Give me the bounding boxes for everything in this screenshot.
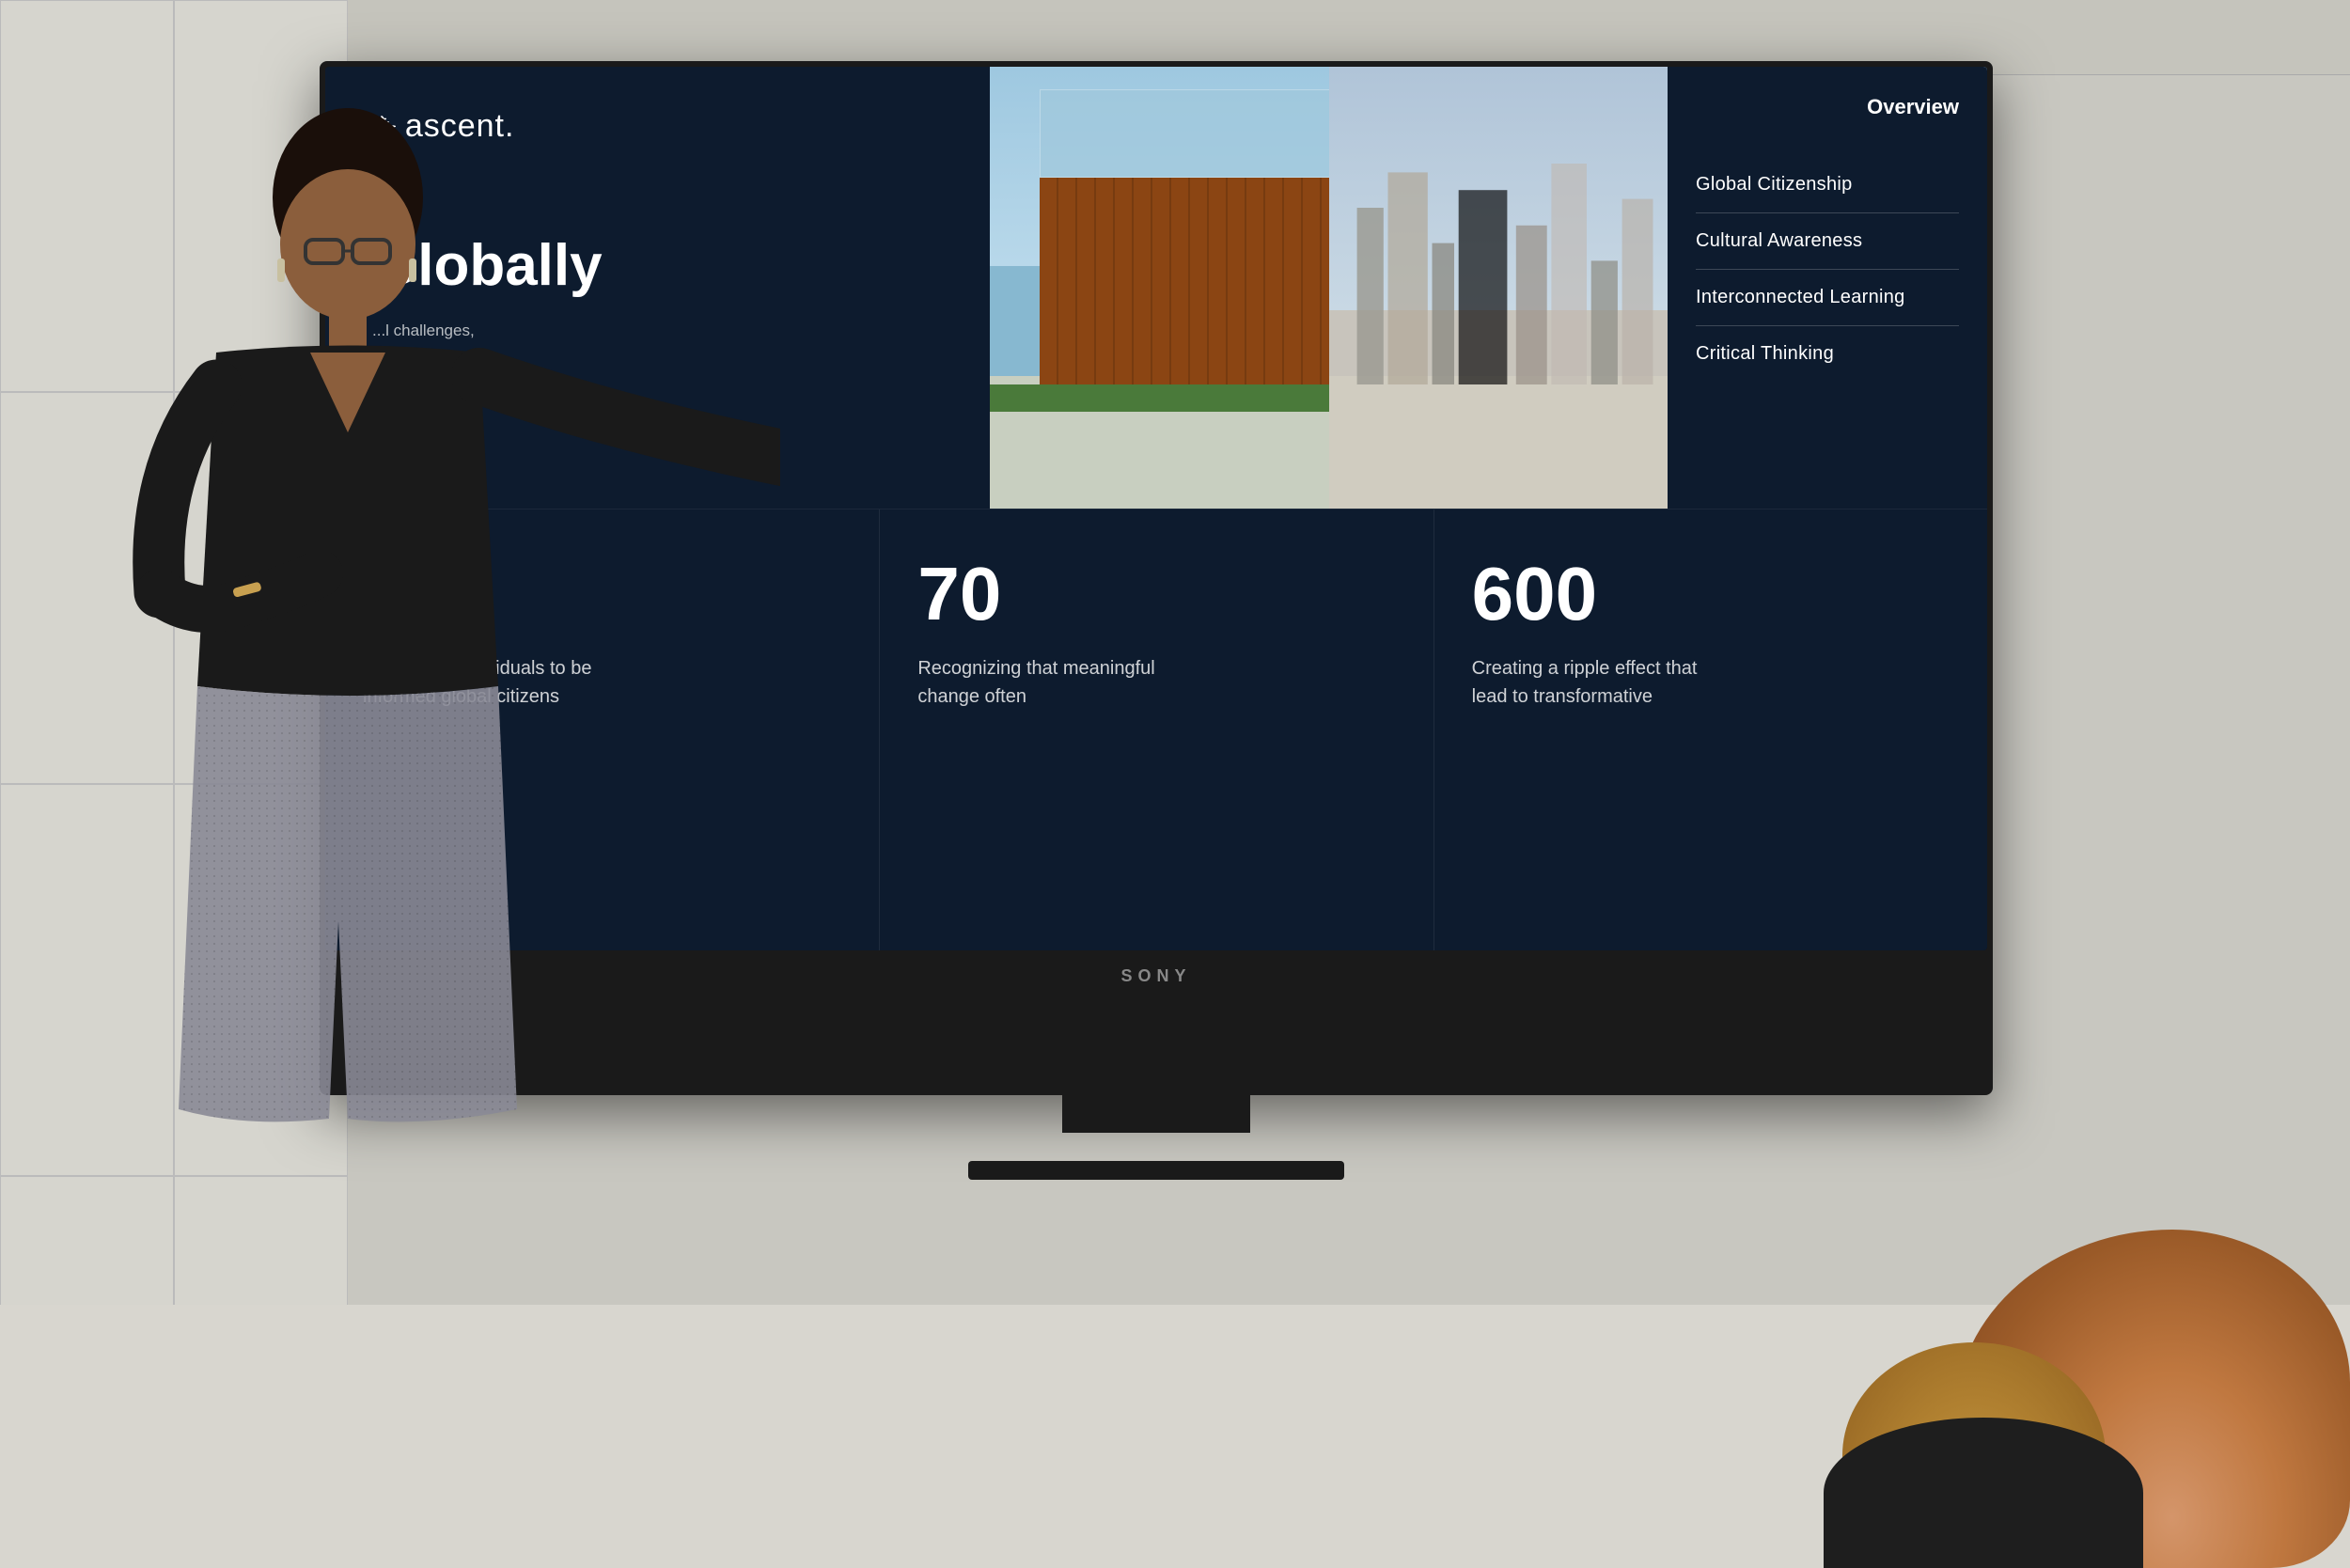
stat-col-120: 120 Empowers individuals to be informed …	[325, 510, 879, 950]
navigation-panel: Overview Global Citizenship Cultural Awa…	[1668, 67, 1987, 509]
slide-title: Globally	[372, 234, 990, 298]
tv-screen: ✈ ascent. Globally ...l challenges,n tha…	[325, 67, 1987, 950]
panel-city-photo	[1329, 67, 1668, 509]
stat-col-600: 600 Creating a ripple effect that lead t…	[1434, 510, 1987, 950]
stat-col-70: 70 Recognizing that meaningful change of…	[879, 510, 1433, 950]
stat-number-120: 120	[363, 557, 841, 632]
nav-item-interconnected-learning-label: Interconnected Learning	[1696, 287, 1905, 307]
panel-logo-area: ✈ ascent. Globally ...l challenges,n tha…	[325, 67, 990, 509]
stats-row: 120 Empowers individuals to be informed …	[325, 509, 1987, 950]
nav-item-critical-thinking[interactable]: Critical Thinking	[1696, 326, 1959, 382]
audience-person-suit	[1824, 1418, 2143, 1568]
sony-brand: SONY	[1120, 966, 1191, 986]
nav-item-cultural-awareness-label: Cultural Awareness	[1696, 230, 1862, 251]
ascent-logo: ✈ ascent.	[372, 108, 943, 145]
nav-item-interconnected-learning[interactable]: Interconnected Learning	[1696, 270, 1959, 326]
wall-tile	[0, 0, 174, 392]
tv-stand	[1062, 1086, 1250, 1133]
audience-area	[1692, 1211, 2350, 1568]
wall-tile	[0, 392, 174, 784]
nav-item-critical-thinking-label: Critical Thinking	[1696, 343, 1834, 364]
overview-label: Overview	[1696, 95, 1959, 119]
ascent-brand-name: ascent.	[405, 108, 515, 145]
tv-display: ✈ ascent. Globally ...l challenges,n tha…	[320, 61, 1993, 1095]
nav-item-global-citizenship[interactable]: Global Citizenship	[1696, 157, 1959, 213]
city-scene	[1329, 67, 1668, 509]
city-buildings-svg	[1329, 119, 1668, 384]
ascent-arrow-icon: ✈	[372, 109, 398, 145]
stat-description-70: Recognizing that meaningful change often	[917, 654, 1162, 711]
tv-bottom-bar: SONY	[325, 950, 1987, 1001]
nav-item-cultural-awareness[interactable]: Cultural Awareness	[1696, 213, 1959, 270]
panel-building-photo: Overview Global Citizenship Cultural Awa…	[990, 67, 1987, 509]
city-ground	[1329, 376, 1668, 509]
stat-number-70: 70	[917, 557, 1395, 632]
nav-item-global-citizenship-label: Global Citizenship	[1696, 174, 1853, 195]
tv-stand-base	[968, 1161, 1344, 1180]
slide-body-text: ...l challenges,n that can leadages citi…	[372, 318, 692, 480]
wall-tile	[0, 784, 174, 1176]
screen-content-grid: ✈ ascent. Globally ...l challenges,n tha…	[325, 67, 1987, 950]
stat-description-120: Empowers individuals to be informed glob…	[363, 654, 607, 711]
stat-number-600: 600	[1472, 557, 1950, 632]
stat-description-600: Creating a ripple effect that lead to tr…	[1472, 654, 1716, 711]
